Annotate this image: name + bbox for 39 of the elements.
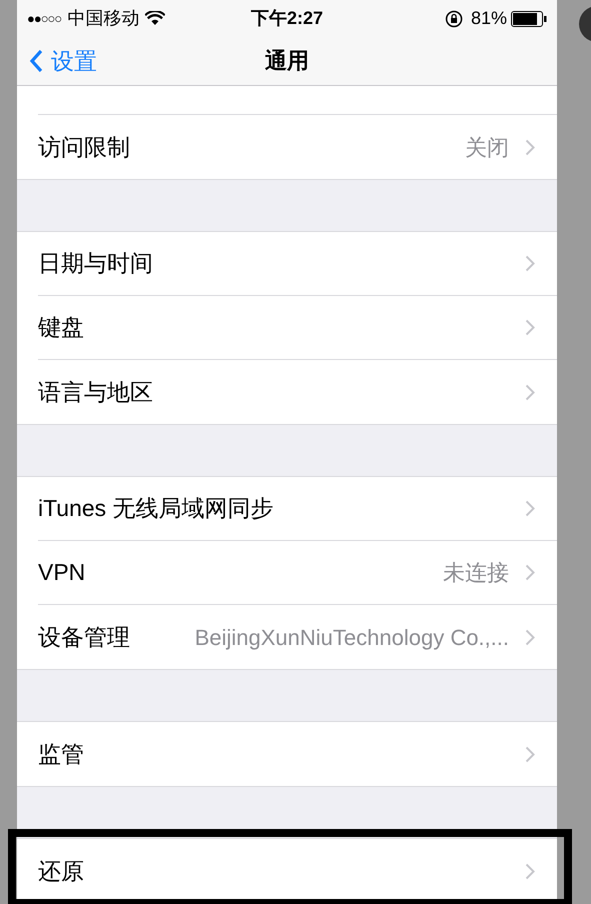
chevron-icon — [525, 500, 535, 517]
back-button[interactable]: 设置 — [17, 44, 97, 78]
back-chevron-icon — [29, 48, 43, 73]
row-label: 键盘 — [38, 313, 84, 342]
settings-row[interactable]: 日期与时间 — [17, 232, 557, 296]
chevron-icon — [525, 628, 535, 646]
settings-row[interactable]: 设备管理 BeijingXunNiuTechnology Co.,... — [17, 605, 557, 669]
chevron-icon — [525, 138, 535, 156]
settings-row[interactable]: 访问限制 关闭 — [17, 115, 557, 179]
settings-row[interactable]: 监管 — [17, 722, 557, 786]
battery-percent: 81% — [470, 7, 507, 30]
row-value: 关闭 — [465, 134, 509, 162]
chevron-icon — [525, 255, 535, 272]
row-label: 访问限制 — [38, 132, 130, 162]
row-label: 监管 — [38, 740, 84, 769]
chevron-icon — [525, 862, 535, 880]
chevron-icon — [525, 319, 535, 336]
carrier-name: 中国移动 — [67, 7, 140, 30]
settings-row[interactable]: iTunes 无线局域网同步 — [17, 477, 557, 541]
chevron-icon — [525, 564, 535, 581]
battery-icon — [511, 10, 547, 27]
row-label: 设备管理 — [38, 622, 130, 652]
settings-row[interactable]: 键盘 — [17, 296, 557, 360]
settings-row[interactable]: VPN 未连接 — [17, 541, 557, 605]
row-label: 日期与时间 — [38, 249, 153, 278]
chevron-icon — [525, 746, 535, 762]
wifi-icon — [145, 11, 166, 26]
chevron-icon — [525, 384, 535, 400]
row-label: VPN — [38, 558, 86, 588]
settings-row[interactable]: 语言与地区 — [17, 360, 557, 424]
row-label: 还原 — [38, 856, 84, 886]
screen-title: 通用 — [265, 47, 309, 76]
row-label: 语言与地区 — [38, 378, 153, 407]
rotation-lock-icon — [444, 10, 463, 28]
row-label: iTunes 无线局域网同步 — [38, 494, 274, 524]
row-value: BeijingXunNiuTechnology Co.,... — [194, 624, 509, 652]
signal-dots: ●●○○○ — [27, 10, 62, 28]
row-value: 未连接 — [443, 559, 509, 587]
clock: 下午2:27 — [250, 7, 324, 30]
